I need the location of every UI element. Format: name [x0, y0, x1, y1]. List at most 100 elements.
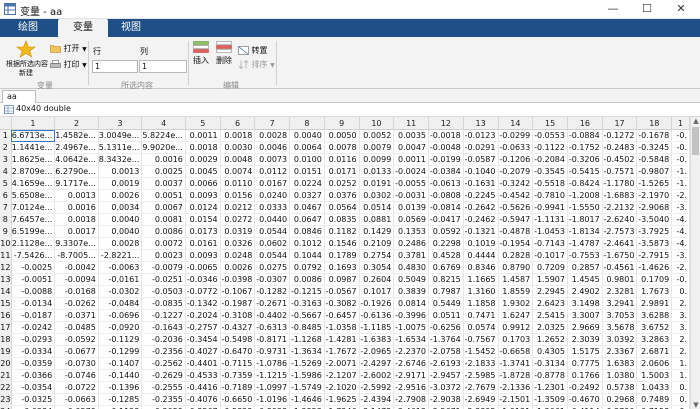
table-cell[interactable]: -0.0567 [324, 285, 360, 298]
minimize-button[interactable]: — [596, 0, 630, 19]
table-cell[interactable]: -1.0997 [254, 381, 291, 394]
table-cell[interactable]: -4. [671, 225, 690, 238]
table-cell[interactable]: -0.0291 [463, 141, 499, 154]
table-cell[interactable]: -0.2671 [254, 297, 291, 310]
table-cell[interactable]: -0.0485 [54, 321, 99, 334]
table-cell[interactable]: -0.4878 [498, 225, 534, 238]
table-cell[interactable]: -0.6470 [220, 345, 256, 358]
table-cell[interactable]: 0.7489 [636, 393, 673, 406]
table-cell[interactable]: -0.0024 [393, 165, 430, 178]
table-cell[interactable]: -0.0884 [567, 129, 603, 142]
table-cell[interactable]: 2. [671, 345, 690, 358]
table-cell[interactable]: -1.6883 [602, 189, 638, 202]
table-cell[interactable]: -1.3509 [532, 393, 568, 406]
table-cell[interactable]: 0.4528 [428, 249, 464, 262]
table-cell[interactable]: -0.4402 [254, 309, 291, 322]
table-cell[interactable]: 0.9912 [498, 321, 534, 334]
table-cell[interactable]: 0.2298 [428, 237, 464, 250]
table-cell[interactable]: -0.9731 [254, 345, 291, 358]
table-cell[interactable]: -2.7679 [463, 381, 499, 394]
table-cell[interactable]: -0.2245 [463, 189, 499, 202]
table-cell[interactable]: 1.0380 [602, 369, 638, 382]
table-cell[interactable]: 0.0086 [141, 225, 186, 238]
column-header[interactable]: 17 [602, 117, 638, 130]
row-header[interactable]: 10 [0, 237, 12, 250]
table-cell[interactable]: 0.0792 [289, 261, 325, 274]
table-cell[interactable]: -0. [671, 153, 690, 166]
table-cell[interactable]: -0.0293 [11, 333, 56, 346]
table-cell[interactable]: 1.0433 [636, 381, 673, 394]
table-cell[interactable]: -0.0042 [54, 261, 99, 274]
table-cell[interactable]: -2.9516 [393, 381, 430, 394]
table-cell[interactable]: -0.6457 [324, 309, 360, 322]
table-cell[interactable]: 0.0018 [220, 129, 256, 142]
table-cell[interactable]: 0.9801 [602, 273, 638, 286]
table-cell[interactable]: 0.0050 [324, 129, 360, 142]
scroll-up-icon[interactable]: ▲ [691, 117, 700, 125]
table-cell[interactable]: -0.2483 [602, 141, 638, 154]
table-cell[interactable]: -1.4626 [636, 261, 673, 274]
table-cell[interactable]: 0.0544 [254, 249, 291, 262]
table-cell[interactable]: -1. [671, 165, 690, 178]
table-cell[interactable]: 0.0078 [324, 141, 360, 154]
table-cell[interactable]: -0.2629 [141, 369, 186, 382]
table-cell[interactable]: 0.0013 [54, 189, 99, 202]
table-cell[interactable]: -1.9131 [498, 405, 534, 409]
table-cell[interactable]: -1.2008 [567, 189, 603, 202]
row-header[interactable]: 21 [0, 369, 12, 382]
table-cell[interactable]: -0.7115 [220, 357, 256, 370]
table-cell[interactable]: -0.1342 [185, 297, 221, 310]
table-cell[interactable]: 0.0066 [185, 177, 221, 190]
table-cell[interactable]: -3.7925 [636, 225, 673, 238]
table-cell[interactable]: -3.5040 [636, 213, 673, 226]
table-cell[interactable]: -0.0553 [532, 129, 568, 142]
table-cell[interactable]: 2.0606 [636, 357, 673, 370]
tab-variable[interactable]: 变量 [58, 19, 108, 37]
table-cell[interactable]: 0.1012 [289, 237, 325, 250]
table-cell[interactable]: -0.0325 [11, 393, 56, 406]
table-cell[interactable]: -0.4670 [567, 393, 603, 406]
table-cell[interactable]: -0.0031 [393, 189, 430, 202]
table-cell[interactable]: 0.0167 [254, 177, 291, 190]
table-cell[interactable]: 3.5678 [602, 321, 638, 334]
table-cell[interactable]: -0.3242 [498, 177, 534, 190]
table-cell[interactable]: 0.0040 [98, 213, 143, 226]
row-header[interactable]: 22 [0, 381, 12, 394]
table-cell[interactable]: -0.2462 [463, 213, 499, 226]
table-cell[interactable]: 0.3781 [393, 249, 430, 262]
row-header[interactable]: 4 [0, 165, 12, 178]
table-cell[interactable]: 0.0011 [185, 129, 221, 142]
table-cell[interactable]: 0. [671, 285, 690, 298]
table-cell[interactable]: 0.0081 [141, 213, 186, 226]
row-header[interactable]: 20 [0, 357, 12, 370]
table-cell[interactable]: -1.2301 [532, 381, 568, 394]
table-cell[interactable]: -1.5452 [463, 345, 499, 358]
table-cell[interactable]: -0.0746 [54, 369, 99, 382]
column-header[interactable]: 14 [498, 117, 534, 130]
table-cell[interactable]: -0.1926 [359, 297, 395, 310]
table-cell[interactable]: -2.8221... [98, 249, 143, 262]
table-cell[interactable]: 0.6769 [428, 261, 464, 274]
table-cell[interactable]: 3.0392 [602, 333, 638, 346]
table-cell[interactable]: -0.1206 [498, 153, 534, 166]
table-cell[interactable]: 0.0173 [185, 225, 221, 238]
table-cell[interactable]: 0.4444 [463, 249, 499, 262]
table-cell[interactable]: 0.0064 [289, 141, 325, 154]
table-cell[interactable]: -0.4502 [602, 153, 638, 166]
table-cell[interactable]: -0.0299 [498, 129, 534, 142]
table-cell[interactable]: -0.0346 [185, 273, 221, 286]
table-cell[interactable]: -1.3764 [428, 333, 464, 346]
table-cell[interactable]: 5.6508e... [11, 189, 56, 202]
table-cell[interactable]: -1.5550 [567, 201, 603, 214]
table-cell[interactable]: 1.1665 [463, 273, 499, 286]
table-cell[interactable]: 0.0252 [324, 177, 360, 190]
table-cell[interactable]: -1.0075 [393, 321, 430, 334]
table-cell[interactable]: 5.1311e... [98, 141, 143, 154]
table-cell[interactable]: -0.2562 [141, 357, 186, 370]
table-cell[interactable]: -0.1678 [636, 129, 673, 142]
table-cell[interactable]: -0.2059 [141, 405, 186, 409]
table-cell[interactable]: -0.4533 [185, 369, 221, 382]
table-cell[interactable]: -0.1396 [98, 381, 143, 394]
table-cell[interactable]: 2.8709e... [11, 165, 56, 178]
table-cell[interactable]: -0.0242 [11, 321, 56, 334]
